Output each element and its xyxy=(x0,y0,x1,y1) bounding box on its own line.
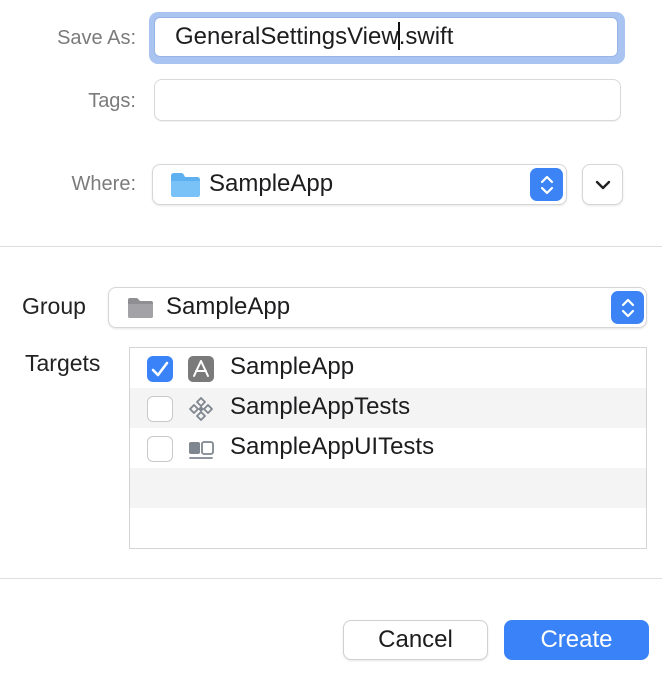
target-label: SampleApp xyxy=(230,353,355,380)
where-value: SampleApp xyxy=(209,170,334,197)
expand-browser-button[interactable] xyxy=(582,164,623,205)
target-label: SampleAppTests xyxy=(230,393,411,420)
save-as-input[interactable]: GeneralSettingsView.swift xyxy=(154,17,618,57)
checkmark-icon xyxy=(151,361,169,377)
cancel-button[interactable]: Cancel xyxy=(343,620,488,660)
save-as-label: Save As: xyxy=(57,27,136,49)
group-stepper xyxy=(611,291,644,324)
chevron-down-icon xyxy=(595,180,610,189)
targets-label: Targets xyxy=(25,350,101,376)
group-label: Group xyxy=(22,293,86,319)
folder-icon xyxy=(171,173,200,197)
target-row-sampleapp[interactable]: SampleApp xyxy=(130,348,646,388)
file-extension-text: .swift xyxy=(398,23,454,50)
up-down-chevron-icon xyxy=(540,175,553,194)
target-checkbox-unchecked[interactable] xyxy=(147,436,173,462)
target-row-sampleappuitests[interactable]: SampleAppUITests xyxy=(130,428,646,468)
section-divider xyxy=(0,246,662,247)
where-popup-button[interactable]: SampleApp xyxy=(152,164,567,205)
text-caret xyxy=(397,21,400,50)
target-label: SampleAppUITests xyxy=(230,433,435,460)
where-stepper xyxy=(530,168,563,201)
tags-input[interactable] xyxy=(154,79,621,121)
group-popup-button[interactable]: SampleApp xyxy=(108,287,647,328)
targets-list: SampleApp SampleAppTests SampleAppUITest… xyxy=(129,347,647,549)
footer-divider xyxy=(0,578,662,579)
target-checkbox-unchecked[interactable] xyxy=(147,396,173,422)
target-checkbox-checked[interactable] xyxy=(147,356,173,382)
empty-row xyxy=(130,468,646,508)
up-down-chevron-icon xyxy=(621,298,634,317)
group-value: SampleApp xyxy=(166,293,291,320)
unit-test-diamond-icon xyxy=(189,397,213,421)
target-row-sampleapptests[interactable]: SampleAppTests xyxy=(130,388,646,428)
tags-label: Tags: xyxy=(88,90,136,112)
app-store-icon xyxy=(188,356,214,382)
file-name-text: GeneralSettingsView xyxy=(175,23,399,50)
group-folder-icon xyxy=(128,298,153,318)
where-label: Where: xyxy=(71,173,136,195)
ui-test-icon xyxy=(189,441,214,459)
create-button[interactable]: Create xyxy=(504,620,649,660)
